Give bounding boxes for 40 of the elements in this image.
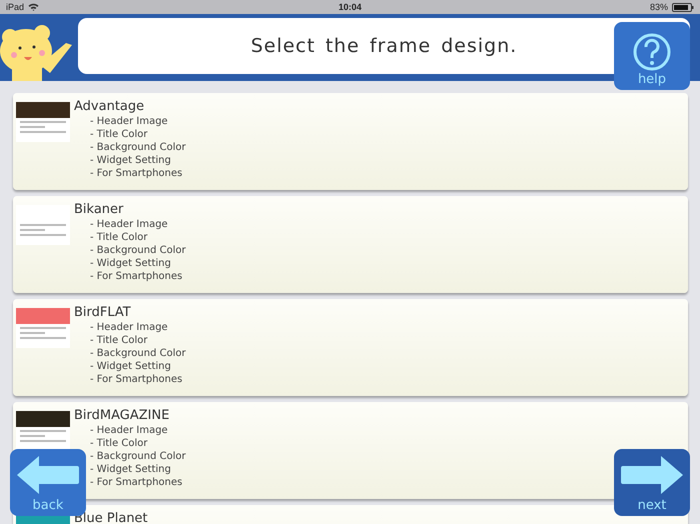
feature-item: - Background Color bbox=[90, 141, 186, 154]
left-arrow-icon bbox=[17, 456, 79, 494]
feature-item: - Background Color bbox=[90, 244, 186, 257]
design-name: BirdMAGAZINE bbox=[74, 408, 170, 424]
device-name: iPad bbox=[6, 2, 24, 12]
website-thumbnail-drawing bbox=[16, 308, 70, 348]
feature-item: - Header Image bbox=[90, 424, 169, 437]
design-name: BirdFLAT bbox=[74, 305, 132, 321]
design-card[interactable]: Bikaner - Header Image - Title Color - Background Color - Widget Setting - For Smartphones bbox=[13, 196, 688, 293]
page-title: Select the frame design. bbox=[250, 35, 518, 57]
feature-item: - Title Color bbox=[90, 231, 149, 244]
feature-item: - Title Color bbox=[90, 128, 149, 141]
battery-percent: 83% bbox=[650, 2, 668, 12]
next-button[interactable]: next bbox=[614, 449, 690, 516]
feature-item: - Widget Setting bbox=[90, 360, 172, 373]
design-name: Advantage bbox=[74, 99, 146, 115]
question-mark-icon bbox=[632, 32, 672, 72]
feature-item: - Header Image bbox=[90, 321, 169, 334]
feature-item: - Widget Setting bbox=[90, 154, 172, 167]
feature-item: - Header Image bbox=[90, 115, 169, 128]
design-card[interactable]: BirdFLAT - Header Image - Title Color - Background Color - Widget Setting - For Smartphones bbox=[13, 299, 688, 396]
feature-item: - For Smartphones bbox=[90, 476, 184, 489]
wifi-icon bbox=[28, 3, 40, 11]
website-thumbnail-drawing bbox=[16, 102, 70, 142]
website-thumbnail-drawing bbox=[16, 411, 70, 451]
status-time: 10:04 bbox=[338, 2, 362, 12]
feature-item: - Widget Setting bbox=[90, 257, 172, 270]
feature-item: - For Smartphones bbox=[90, 270, 184, 283]
design-name: Bikaner bbox=[74, 202, 124, 218]
feature-item: - Background Color bbox=[90, 347, 186, 360]
feature-item: - Title Color bbox=[90, 437, 149, 450]
battery-icon bbox=[672, 2, 694, 12]
design-card[interactable]: Advantage - Header Image - Title Color - Background Color - Widget Setting - For Smartphones bbox=[13, 93, 688, 190]
feature-item: - Background Color bbox=[90, 450, 186, 463]
feature-item: - For Smartphones bbox=[90, 167, 184, 180]
feature-item: - Widget Setting bbox=[90, 463, 172, 476]
feature-item: - For Smartphones bbox=[90, 373, 184, 386]
feature-item: - Header Image bbox=[90, 218, 169, 231]
right-arrow-icon bbox=[621, 456, 683, 494]
feature-item: - Title Color bbox=[90, 334, 149, 347]
